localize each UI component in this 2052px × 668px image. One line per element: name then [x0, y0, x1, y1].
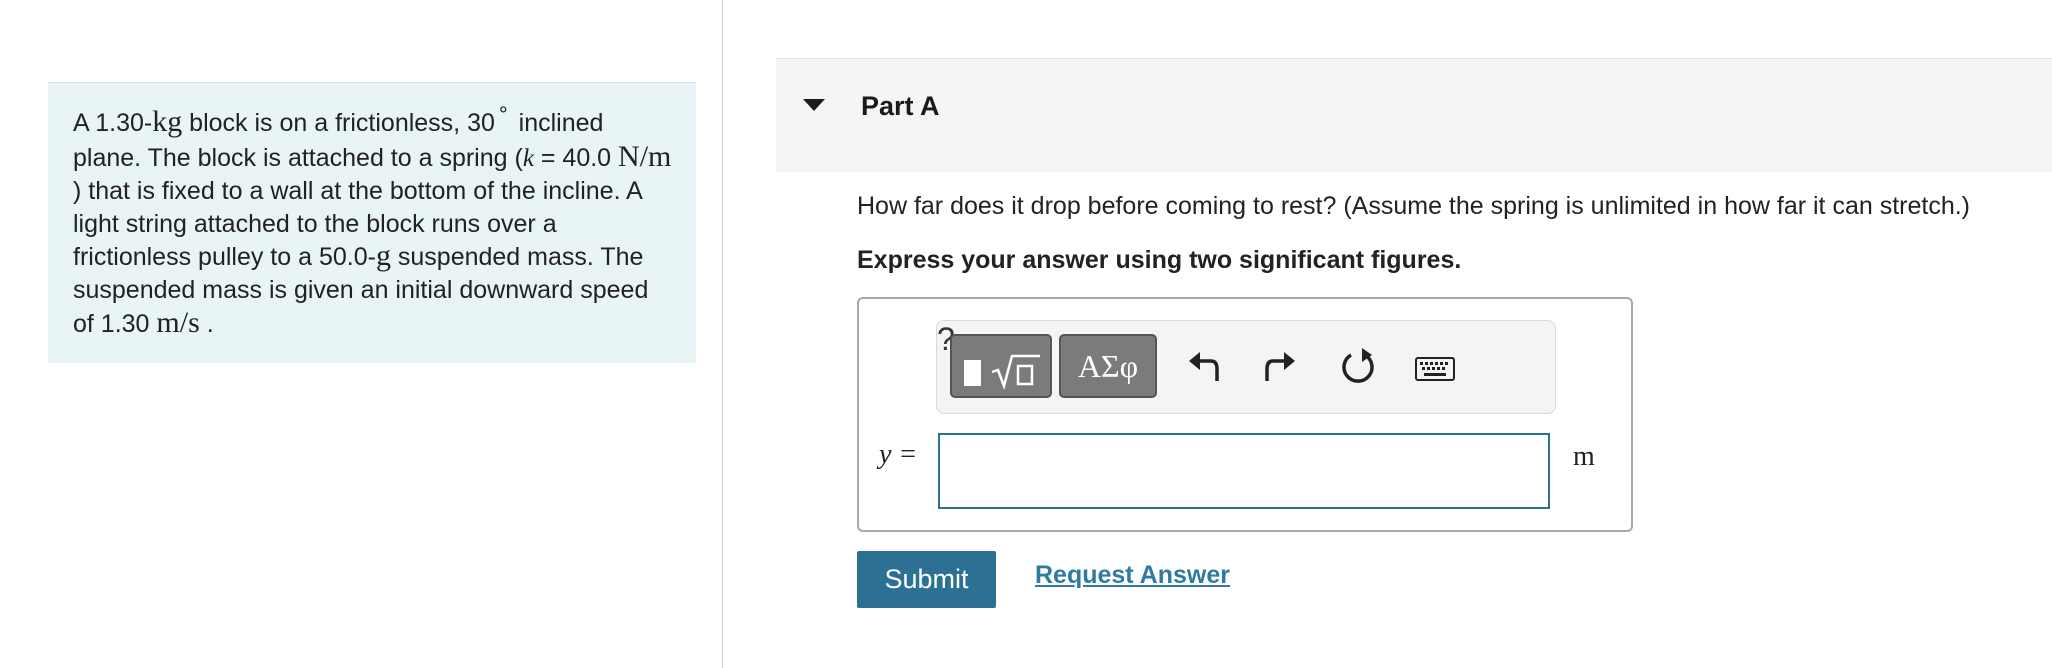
spring-constant-symbol: k [522, 144, 534, 172]
part-header[interactable]: Part A [776, 58, 2052, 172]
problem-statement: A 1.30-kg block is on a frictionless, 30… [48, 82, 696, 363]
submit-button[interactable]: Submit [857, 551, 996, 608]
sqrt-icon [991, 354, 1040, 390]
undo-icon[interactable] [1187, 349, 1219, 383]
answer-input[interactable] [938, 433, 1550, 509]
keyboard-icon[interactable] [1415, 357, 1455, 381]
unit-n-per-m: N/m [618, 139, 672, 173]
degree-symbol: ° [498, 102, 508, 127]
instruction-text: Express your answer using two significan… [857, 246, 1462, 274]
templates-button[interactable] [950, 334, 1052, 398]
symbols-button-label: ΑΣφ [1077, 348, 1139, 384]
symbols-button[interactable]: ΑΣφ [1059, 334, 1157, 398]
part-title: Part A [861, 91, 940, 121]
unit-g: g [375, 239, 391, 273]
request-answer-link[interactable]: Request Answer [1035, 561, 1230, 590]
math-toolbar: ΑΣφ ? [936, 320, 1556, 414]
reset-icon[interactable] [1341, 347, 1377, 385]
collapse-triangle-icon[interactable] [803, 99, 825, 111]
template-box-icon [964, 360, 981, 386]
unit-m-per-s: m/s [156, 305, 200, 339]
unit-kg: kg [152, 105, 183, 138]
answer-box: ΑΣφ ? y = m [857, 297, 1633, 532]
panel-divider [722, 0, 723, 668]
question-text: How far does it drop before coming to re… [857, 192, 1970, 220]
answer-unit-label: m [1573, 441, 1595, 472]
answer-variable-label: y = [879, 439, 918, 470]
redo-icon[interactable] [1265, 349, 1297, 383]
